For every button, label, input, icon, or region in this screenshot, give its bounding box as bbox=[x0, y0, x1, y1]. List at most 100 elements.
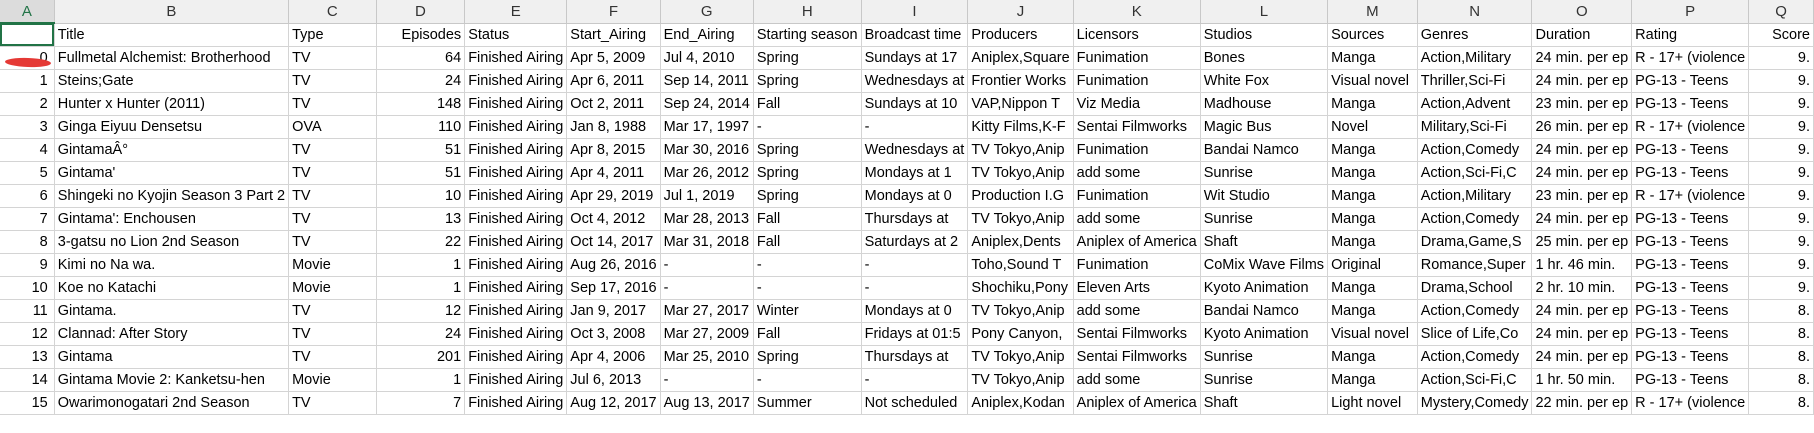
cell-B[interactable]: Clannad: After Story bbox=[54, 322, 290, 346]
cell-P[interactable]: PG-13 - Teens bbox=[1631, 138, 1750, 162]
cell-O[interactable]: 23 min. per ep bbox=[1531, 92, 1633, 116]
cell-B[interactable]: Kimi no Na wa. bbox=[54, 253, 290, 277]
cell-E[interactable]: Finished Airing bbox=[464, 161, 568, 185]
cell-G[interactable]: Jul 4, 2010 bbox=[660, 46, 754, 70]
cell-D[interactable]: 1 bbox=[376, 276, 466, 300]
cell-N[interactable]: Action,Comedy bbox=[1417, 207, 1533, 231]
cell-B[interactable]: Gintama': Enchousen bbox=[54, 207, 290, 231]
cell-G[interactable]: Sep 14, 2011 bbox=[660, 69, 754, 93]
cell-N[interactable]: Action,Comedy bbox=[1417, 138, 1533, 162]
cell-F[interactable]: Jan 9, 2017 bbox=[566, 299, 661, 323]
cell-O[interactable]: 24 min. per ep bbox=[1531, 138, 1633, 162]
cell-O[interactable]: 24 min. per ep bbox=[1531, 322, 1633, 346]
cell-H[interactable]: Spring bbox=[753, 69, 862, 93]
column-header-G[interactable]: G bbox=[660, 0, 754, 24]
cell-C[interactable]: TV bbox=[288, 299, 377, 323]
cell-F[interactable]: Apr 6, 2011 bbox=[566, 69, 661, 93]
cell-G[interactable]: Mar 27, 2009 bbox=[660, 322, 754, 346]
cell-M[interactable]: Manga bbox=[1327, 230, 1418, 254]
cell-J[interactable]: TV Tokyo,Anip bbox=[967, 368, 1074, 392]
cell-H[interactable]: Spring bbox=[753, 46, 862, 70]
cell-D[interactable]: 7 bbox=[376, 391, 466, 415]
cell-B[interactable]: 3-gatsu no Lion 2nd Season bbox=[54, 230, 290, 254]
cell-M[interactable]: Light novel bbox=[1327, 391, 1418, 415]
cell-B[interactable]: Hunter x Hunter (2011) bbox=[54, 92, 290, 116]
cell-N[interactable]: Genres bbox=[1417, 23, 1533, 47]
cell-J[interactable]: Toho,Sound T bbox=[967, 253, 1074, 277]
cell-E[interactable]: Finished Airing bbox=[464, 115, 568, 139]
cell-H[interactable]: - bbox=[753, 276, 862, 300]
cell-I[interactable]: Sundays at 10 bbox=[861, 92, 969, 116]
cell-B[interactable]: Koe no Katachi bbox=[54, 276, 290, 300]
column-header-N[interactable]: N bbox=[1417, 0, 1533, 24]
cell-H[interactable]: - bbox=[753, 368, 862, 392]
cell-K[interactable]: add some bbox=[1073, 161, 1201, 185]
cell-Q[interactable]: 9. bbox=[1748, 230, 1814, 254]
cell-G[interactable]: - bbox=[660, 368, 754, 392]
cell-B[interactable]: Shingeki no Kyojin Season 3 Part 2 bbox=[54, 184, 290, 208]
cell-Q[interactable]: 9. bbox=[1748, 46, 1814, 70]
cell-H[interactable]: Spring bbox=[753, 184, 862, 208]
cell-D[interactable]: 201 bbox=[376, 345, 466, 369]
cell-P[interactable]: PG-13 - Teens bbox=[1631, 253, 1750, 277]
cell-E[interactable]: Finished Airing bbox=[464, 138, 568, 162]
cell-I[interactable]: - bbox=[861, 276, 969, 300]
cell-E[interactable]: Finished Airing bbox=[464, 92, 568, 116]
cell-I[interactable]: Saturdays at 2 bbox=[861, 230, 969, 254]
cell-C[interactable]: TV bbox=[288, 207, 377, 231]
cell-M[interactable]: Original bbox=[1327, 253, 1418, 277]
column-header-K[interactable]: K bbox=[1073, 0, 1201, 24]
cell-M[interactable]: Manga bbox=[1327, 161, 1418, 185]
cell-E[interactable]: Finished Airing bbox=[464, 69, 568, 93]
column-header-P[interactable]: P bbox=[1631, 0, 1750, 24]
column-header-D[interactable]: D bbox=[376, 0, 466, 24]
cell-G[interactable]: Sep 24, 2014 bbox=[660, 92, 754, 116]
cell-P[interactable]: PG-13 - Teens bbox=[1631, 299, 1750, 323]
cell-K[interactable]: Sentai Filmworks bbox=[1073, 322, 1201, 346]
cell-L[interactable]: Madhouse bbox=[1200, 92, 1329, 116]
cell-O[interactable]: 24 min. per ep bbox=[1531, 207, 1633, 231]
cell-P[interactable]: PG-13 - Teens bbox=[1631, 345, 1750, 369]
cell-A[interactable]: 13 bbox=[0, 345, 55, 369]
cell-F[interactable]: Apr 4, 2006 bbox=[566, 345, 661, 369]
cell-J[interactable]: Producers bbox=[967, 23, 1074, 47]
cell-N[interactable]: Drama,Game,S bbox=[1417, 230, 1533, 254]
cell-P[interactable]: R - 17+ (violence bbox=[1631, 184, 1750, 208]
column-header-M[interactable]: M bbox=[1327, 0, 1418, 24]
cell-Q[interactable]: 9. bbox=[1748, 69, 1814, 93]
cell-C[interactable]: TV bbox=[288, 230, 377, 254]
column-header-I[interactable]: I bbox=[861, 0, 969, 24]
cell-O[interactable]: Duration bbox=[1531, 23, 1633, 47]
cell-G[interactable]: Mar 31, 2018 bbox=[660, 230, 754, 254]
cell-M[interactable]: Manga bbox=[1327, 46, 1418, 70]
cell-N[interactable]: Slice of Life,Co bbox=[1417, 322, 1533, 346]
cell-L[interactable]: CoMix Wave Films bbox=[1200, 253, 1329, 277]
cell-G[interactable]: End_Airing bbox=[660, 23, 754, 47]
cell-G[interactable]: Mar 27, 2017 bbox=[660, 299, 754, 323]
cell-I[interactable]: - bbox=[861, 115, 969, 139]
cell-Q[interactable]: 9. bbox=[1748, 92, 1814, 116]
cell-M[interactable]: Manga bbox=[1327, 345, 1418, 369]
cell-Q[interactable]: 9. bbox=[1748, 184, 1814, 208]
column-header-C[interactable]: C bbox=[288, 0, 377, 24]
cell-N[interactable]: Mystery,Comedy bbox=[1417, 391, 1533, 415]
cell-D[interactable]: 110 bbox=[376, 115, 466, 139]
cell-F[interactable]: Aug 12, 2017 bbox=[566, 391, 661, 415]
cell-L[interactable]: Studios bbox=[1200, 23, 1329, 47]
cell-F[interactable]: Apr 4, 2011 bbox=[566, 161, 661, 185]
cell-O[interactable]: 24 min. per ep bbox=[1531, 345, 1633, 369]
cell-M[interactable]: Novel bbox=[1327, 115, 1418, 139]
cell-F[interactable]: Oct 2, 2011 bbox=[566, 92, 661, 116]
cell-L[interactable]: Bones bbox=[1200, 46, 1329, 70]
cell-I[interactable]: - bbox=[861, 253, 969, 277]
cell-H[interactable]: - bbox=[753, 115, 862, 139]
cell-J[interactable]: TV Tokyo,Anip bbox=[967, 345, 1074, 369]
cell-C[interactable]: TV bbox=[288, 46, 377, 70]
cell-A[interactable]: 1 bbox=[0, 69, 55, 93]
cell-F[interactable]: Apr 29, 2019 bbox=[566, 184, 661, 208]
cell-P[interactable]: PG-13 - Teens bbox=[1631, 161, 1750, 185]
cell-K[interactable]: Funimation bbox=[1073, 69, 1201, 93]
cell-F[interactable]: Aug 26, 2016 bbox=[566, 253, 661, 277]
cell-M[interactable]: Manga bbox=[1327, 138, 1418, 162]
cell-C[interactable]: TV bbox=[288, 345, 377, 369]
